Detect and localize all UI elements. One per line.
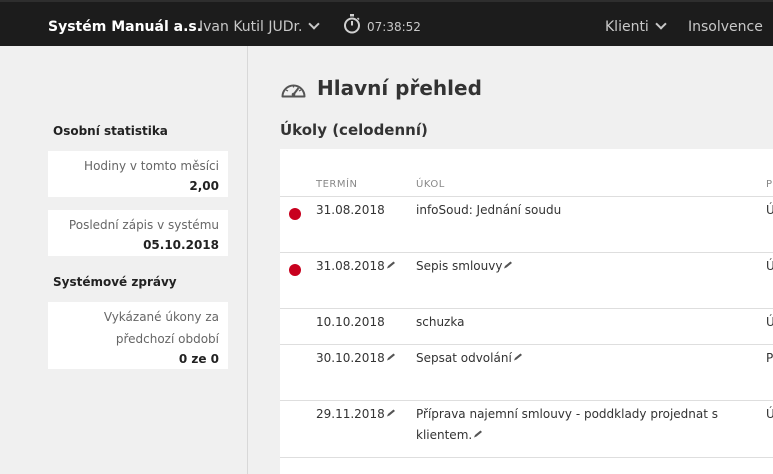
message-card-reported-tasks[interactable]: Vykázané úkony za předchozí období 0 ze …: [48, 302, 228, 369]
system-messages-heading: Systémové zprávy: [53, 275, 177, 289]
stat-card-last-entry: Poslední zápis v systému 05.10.2018: [48, 210, 228, 256]
priority-dot-icon: [289, 208, 301, 220]
task-date-cell: 29.11.2018: [316, 404, 396, 425]
tasks-table: TERMÍN ÚKOL P 31.08.2018 infoSoud: Jedná…: [280, 149, 773, 474]
task-name[interactable]: schuzka: [416, 312, 756, 333]
chevron-down-icon: [655, 18, 667, 30]
task-date-cell: 30.10.2018: [316, 348, 396, 369]
nav-item-label: Klienti: [605, 19, 649, 35]
company-name[interactable]: Systém Manuál a.s.: [48, 19, 202, 35]
section-title: Úkoly (celodenní): [280, 121, 428, 139]
task-name[interactable]: infoSoud: Jednání soudu: [416, 200, 756, 221]
task-date: 31.08.2018: [316, 259, 385, 273]
task-date: 30.10.2018: [316, 351, 385, 365]
table-divider: [280, 308, 773, 309]
task-name-cell[interactable]: Sepis smlouvy: [416, 256, 756, 277]
nav-item-insolvence[interactable]: Insolvence: [688, 19, 763, 35]
user-name: Ivan Kutil JUDr.: [199, 19, 303, 35]
task-date: 10.10.2018: [316, 315, 385, 329]
stat-label: Poslední zápis v systému: [68, 218, 219, 232]
table-divider: [280, 196, 773, 197]
task-truncated-cell: Ú: [766, 203, 773, 217]
stat-card-hours: Hodiny v tomto měsíci 2,00: [48, 151, 228, 197]
table-divider: [280, 457, 773, 458]
priority-dot-icon: [289, 264, 301, 276]
sidebar: Osobní statistika Hodiny v tomto měsíci …: [0, 46, 248, 474]
stat-value: 05.10.2018: [143, 238, 219, 252]
message-label-line: Vykázané úkony za: [103, 310, 219, 324]
table-divider: [280, 252, 773, 253]
pencil-icon[interactable]: [386, 261, 396, 269]
pencil-icon[interactable]: [513, 353, 523, 361]
pencil-icon[interactable]: [386, 409, 396, 417]
column-header-task[interactable]: ÚKOL: [416, 179, 445, 190]
message-label-line: předchozí období: [115, 332, 219, 346]
table-divider: [280, 344, 773, 345]
user-menu[interactable]: Ivan Kutil JUDr.: [199, 18, 321, 35]
task-name: Příprava najemní smlouvy - poddklady pro…: [416, 407, 719, 442]
task-date: 31.08.2018: [316, 203, 385, 217]
task-name-cell[interactable]: Sepsat odvolání: [416, 348, 756, 369]
task-name: Sepsat odvolání: [416, 351, 512, 365]
stat-value: 2,00: [189, 179, 219, 193]
main-content: Hlavní přehled Úkoly (celodenní) TERMÍN …: [249, 46, 773, 474]
top-bar: Systém Manuál a.s. Ivan Kutil JUDr. 07:3…: [0, 0, 773, 46]
stat-label: Hodiny v tomto měsíci: [84, 159, 219, 173]
column-header-date[interactable]: TERMÍN: [316, 179, 357, 190]
pencil-icon[interactable]: [503, 261, 513, 269]
pencil-icon[interactable]: [386, 353, 396, 361]
page-title: Hlavní přehled: [317, 76, 482, 100]
task-date: 29.11.2018: [316, 407, 385, 421]
task-date-cell: 31.08.2018: [316, 256, 396, 277]
task-truncated-cell: Ú: [766, 407, 773, 421]
column-header-truncated[interactable]: P: [766, 179, 773, 190]
stopwatch-icon[interactable]: [343, 14, 361, 34]
message-value: 0 ze 0: [178, 352, 219, 366]
task-truncated-cell: Ú: [766, 315, 773, 329]
chevron-down-icon: [308, 18, 321, 30]
task-name: Sepis smlouvy: [416, 259, 503, 273]
task-truncated-cell: P: [766, 351, 773, 365]
dashboard-gauge-icon: [281, 84, 306, 98]
personal-stats-heading: Osobní statistika: [53, 124, 168, 138]
task-name-cell[interactable]: Příprava najemní smlouvy - poddklady pro…: [416, 404, 746, 446]
pencil-icon[interactable]: [473, 430, 483, 438]
table-divider: [280, 400, 773, 401]
timer-clock: 07:38:52: [367, 20, 421, 34]
task-truncated-cell: Ú: [766, 259, 773, 273]
nav-item-klienti[interactable]: Klienti: [605, 18, 667, 35]
